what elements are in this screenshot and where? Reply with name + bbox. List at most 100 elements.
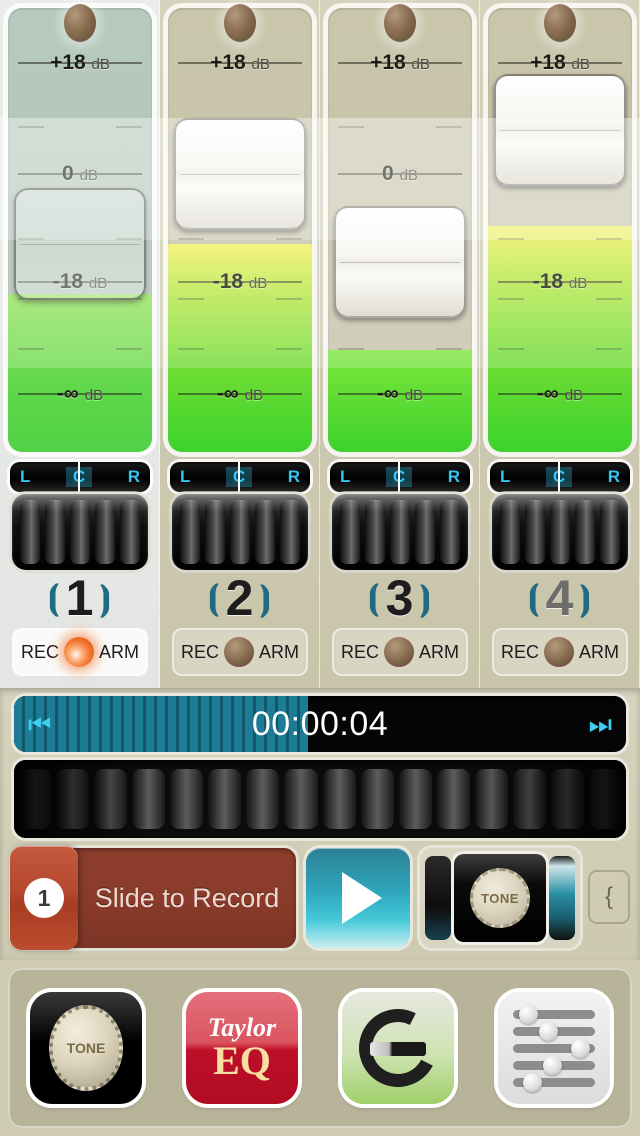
fader-handle-1[interactable] [14, 188, 146, 300]
pan-slider-3[interactable]: L C R [330, 461, 470, 493]
slider-row [513, 1072, 595, 1092]
pan-left-label: L [20, 467, 31, 486]
rec-arm-led-1[interactable] [64, 637, 94, 667]
app-icon-mixer[interactable] [498, 992, 610, 1104]
taylor-eq-line2: EQ [213, 1038, 271, 1083]
mixer-app-screen: +18 dB 0 dB -18 dB -∞ dB L C R ⦗ 1 ⦘ [0, 0, 640, 1136]
scale-unit: dB [251, 56, 270, 73]
pan-center-label: C [385, 461, 413, 493]
rec-arm-2[interactable]: REC ARM [172, 628, 308, 676]
fx-thumb-prev[interactable] [425, 856, 451, 940]
channel-strip-1[interactable]: +18 dB 0 dB -18 dB -∞ dB L C R ⦗ 1 ⦘ [0, 0, 160, 688]
pan-center-label: C [225, 461, 253, 493]
speaker-right-icon: ⦘ [419, 579, 431, 617]
channel-number-row-4: ⦗ 4 ⦘ [480, 570, 639, 626]
arm-label: ARM [258, 641, 299, 662]
channel-number-3: 3 [385, 570, 414, 626]
channel-number-1: 1 [65, 570, 94, 626]
scale-unit: dB [571, 56, 590, 73]
slider-row [513, 1038, 595, 1058]
gain-knob-2[interactable] [172, 494, 308, 570]
speaker-right-icon: ⦘ [579, 579, 591, 617]
channel-number-row-3: ⦗ 3 ⦘ [320, 570, 479, 626]
jog-wheel[interactable] [14, 760, 626, 838]
skip-to-end-icon[interactable]: ⏭ [589, 711, 612, 737]
channel-strip-3[interactable]: +18 dB 0 dB -18 dB -∞ dB L C R ⦗ 3 ⦘ [320, 0, 480, 688]
cable-icon[interactable]: { [588, 870, 630, 924]
fader-handle-4[interactable] [494, 74, 626, 186]
pan-right-label: R [607, 467, 620, 486]
rec-arm-3[interactable]: REC ARM [332, 628, 468, 676]
rec-arm-led-2[interactable] [224, 637, 254, 667]
scale-label: 0 [62, 162, 74, 185]
gain-knob-1[interactable] [12, 494, 148, 570]
app-icon-taylor-eq[interactable]: Taylor EQ [186, 992, 298, 1104]
pan-slider-4[interactable]: L C R [490, 461, 630, 493]
channel-number-row-2: ⦗ 2 ⦘ [160, 570, 319, 626]
fx-thumb-current[interactable]: TONE [454, 854, 546, 942]
pan-right-label: R [287, 467, 300, 486]
slider-row [513, 1004, 595, 1024]
slider-row [513, 1021, 595, 1041]
slider-row [513, 1055, 595, 1075]
scale-label: +18 [370, 51, 406, 74]
knob-ridges [340, 500, 460, 564]
channel-number-4: 4 [545, 570, 574, 626]
rec-label: REC [341, 641, 380, 662]
fader-track-2[interactable]: +18 dB 0 dB -18 dB -∞ dB [168, 8, 312, 452]
play-icon [342, 872, 382, 924]
fader-track-4[interactable]: +18 dB 0 dB -18 dB -∞ dB [488, 8, 632, 452]
rec-label: REC [181, 641, 220, 662]
channel-led-4 [543, 4, 576, 42]
knob-ridges [20, 500, 140, 564]
knob-ridges [180, 500, 300, 564]
level-meter-2 [168, 244, 312, 452]
pan-slider-1[interactable]: L C R [10, 461, 150, 493]
play-button[interactable] [306, 848, 410, 948]
rec-arm-led-3[interactable] [384, 637, 414, 667]
app-icon-amp[interactable] [342, 992, 454, 1104]
fx-thumb-next[interactable] [549, 856, 575, 940]
channel-led-3 [383, 4, 416, 42]
channel-strip-2[interactable]: +18 dB 0 dB -18 dB -∞ dB L C R ⦗ 2 ⦘ [160, 0, 320, 688]
scale-unit: dB [399, 167, 418, 184]
channel-strip-area: +18 dB 0 dB -18 dB -∞ dB L C R ⦗ 1 ⦘ [0, 0, 640, 688]
rec-arm-1[interactable]: REC ARM [12, 628, 148, 676]
pan-center-label: C [65, 461, 93, 493]
fader-handle-3[interactable] [334, 206, 466, 318]
level-meter-1 [8, 294, 152, 452]
slide-to-record-control[interactable]: 1 Slide to Record [10, 846, 296, 950]
channel-strip-4[interactable]: +18 dB 0 dB -18 dB -∞ dB L C R ⦗ 4 ⦘ [480, 0, 640, 688]
fader-track-3[interactable]: +18 dB 0 dB -18 dB -∞ dB [328, 8, 472, 452]
scale-unit: dB [411, 56, 430, 73]
speaker-left-icon: ⦗ [208, 579, 220, 617]
slide-track-badge: 1 [24, 878, 64, 918]
rewind-to-start-icon[interactable]: ⏮ [28, 711, 51, 737]
fader-handle-2[interactable] [174, 118, 306, 230]
pan-left-label: L [340, 467, 351, 486]
fader-track-1[interactable]: +18 dB 0 dB -18 dB -∞ dB [8, 8, 152, 452]
channel-led-1 [63, 4, 96, 42]
speaker-left-icon: ⦗ [528, 579, 540, 617]
pan-slider-2[interactable]: L C R [170, 461, 310, 493]
arm-label: ARM [418, 641, 459, 662]
speaker-left-icon: ⦗ [368, 579, 380, 617]
pan-right-label: R [447, 467, 460, 486]
rec-arm-led-4[interactable] [544, 637, 574, 667]
scale-label: 0 [382, 162, 394, 185]
knob-ridges [500, 500, 620, 564]
channel-number-2: 2 [225, 570, 254, 626]
effects-carousel[interactable]: TONE [420, 848, 580, 948]
slide-thumb[interactable]: 1 [10, 846, 78, 950]
gain-knob-4[interactable] [492, 494, 628, 570]
jack-plug-icon [370, 1042, 426, 1056]
rec-arm-4[interactable]: REC ARM [492, 628, 628, 676]
scale-label: +18 [210, 51, 246, 74]
channel-led-2 [223, 4, 256, 42]
gain-knob-3[interactable] [332, 494, 468, 570]
app-icon-tone[interactable]: TONE [30, 992, 142, 1104]
rec-label: REC [501, 641, 540, 662]
slide-to-record-label: Slide to Record [94, 882, 280, 913]
tone-knob-glyph: TONE [49, 1005, 123, 1091]
timeline-scrubber[interactable]: 00:00:04 ⏮ ⏭ [14, 696, 626, 752]
